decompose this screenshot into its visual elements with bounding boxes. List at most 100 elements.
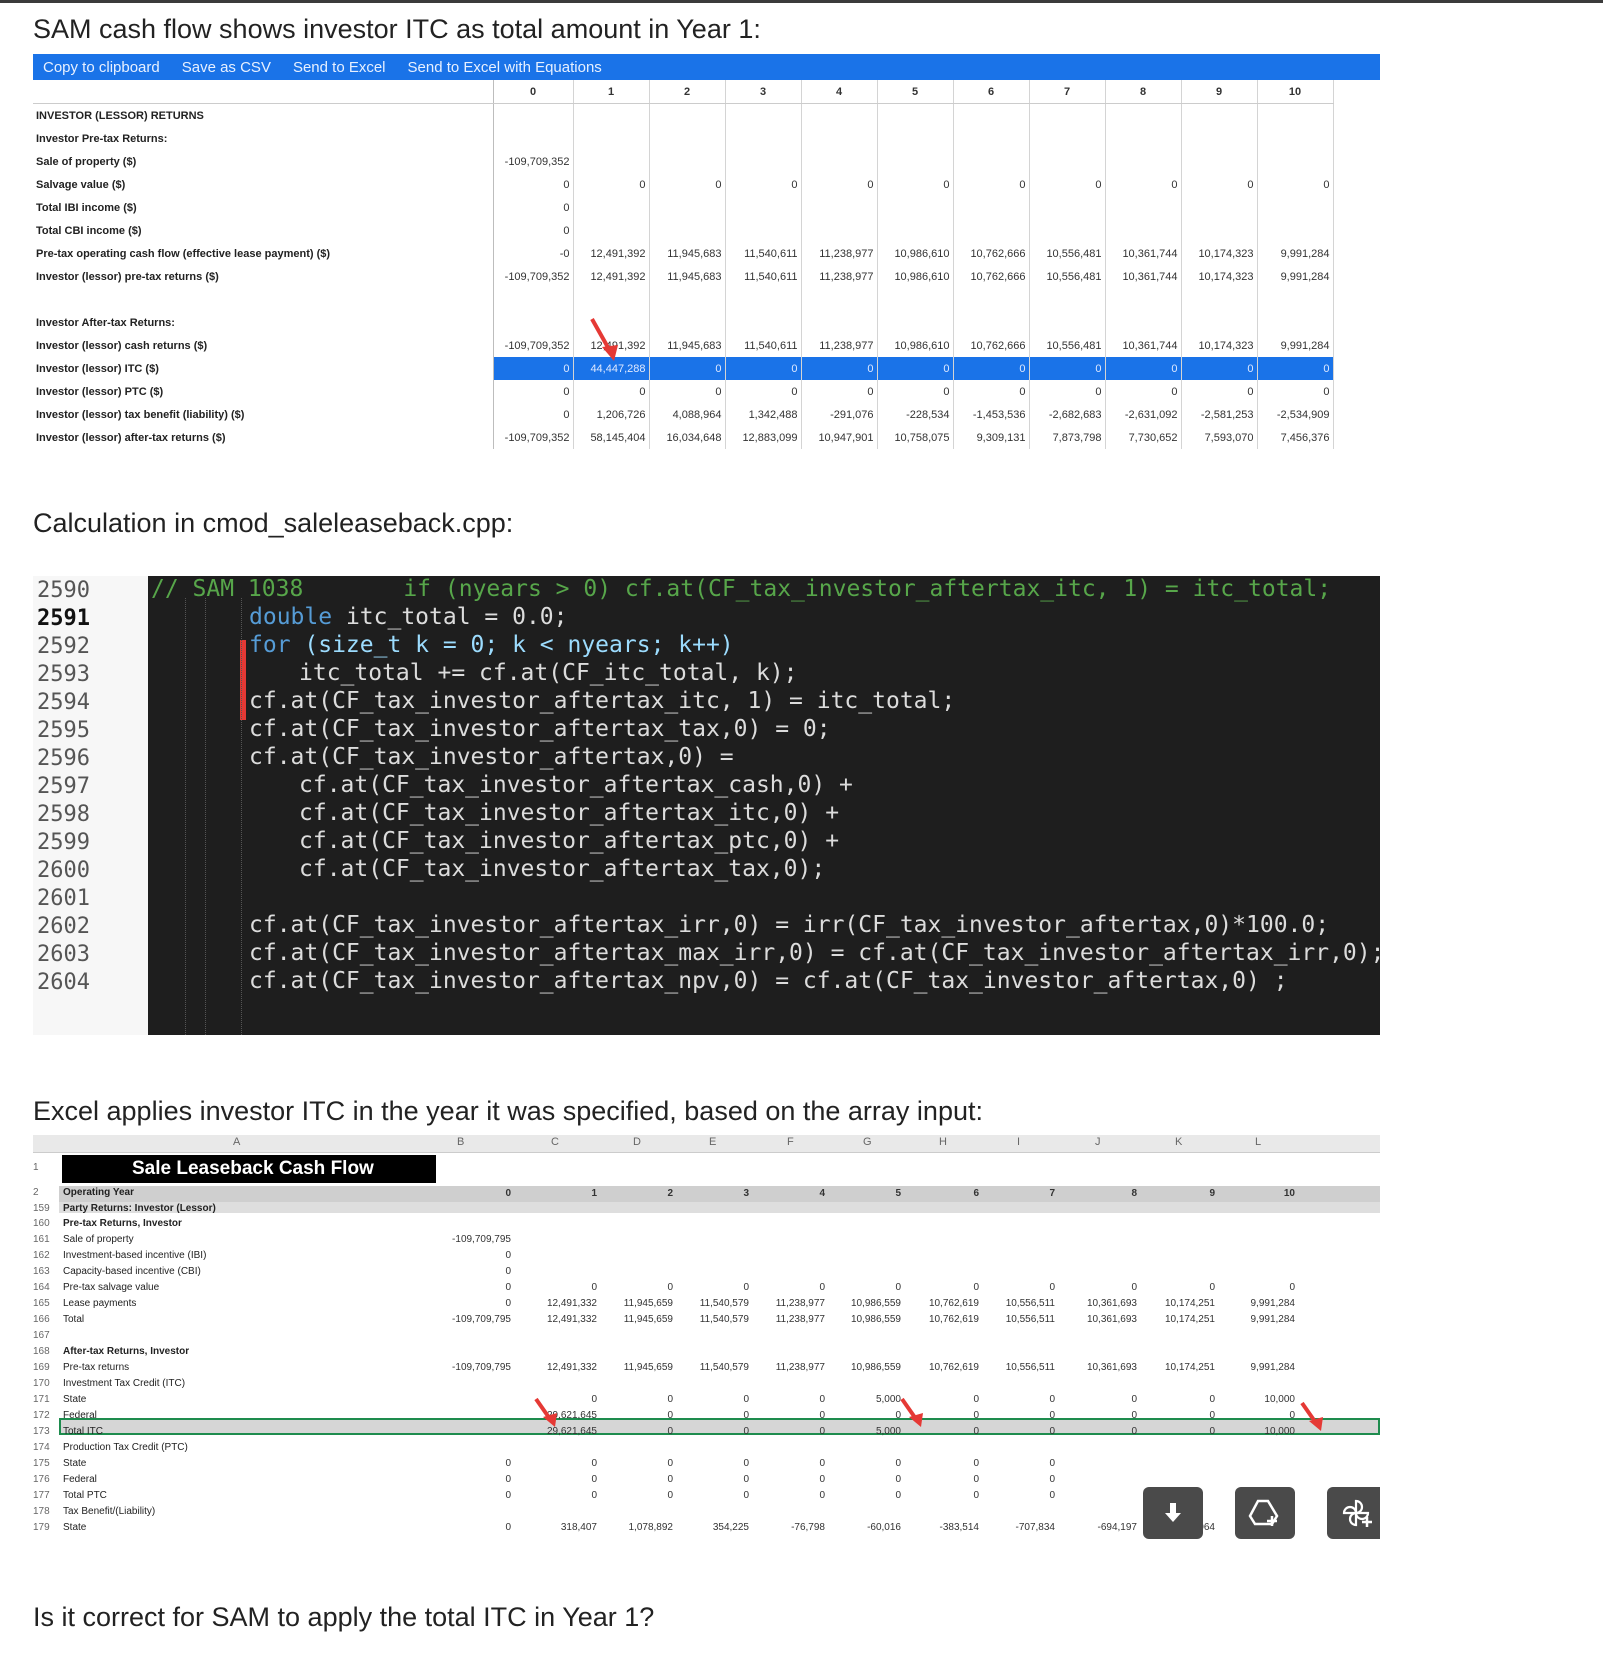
table-cell[interactable]: 10,986,610 [877,334,954,357]
sheet-cell[interactable]: 0 [593,1394,673,1405]
table-cell[interactable] [725,127,802,150]
row-number[interactable]: 176 [33,1474,59,1485]
table-cell[interactable]: 11,238,977 [801,334,878,357]
table-cell[interactable]: 10,947,901 [801,426,878,449]
table-cell[interactable] [649,196,726,219]
sheet-cell[interactable]: 11,238,977 [745,1314,825,1325]
table-cell[interactable]: 10,556,481 [1029,242,1106,265]
table-cell[interactable]: -2,534,909 [1257,403,1334,426]
table-cell[interactable] [1029,150,1106,173]
table-cell[interactable] [1257,127,1334,150]
row-number[interactable]: 159 [33,1203,59,1214]
table-cell[interactable]: 10,174,323 [1181,265,1258,288]
code-line-2595[interactable]: cf.at(CF_tax_investor_aftertax_tax,0) = … [249,716,831,742]
sheet-cell[interactable]: 10,986,559 [821,1298,901,1309]
sheet-cell[interactable]: 10,361,693 [1057,1298,1137,1309]
year-cell[interactable]: 4 [765,1188,825,1199]
table-cell[interactable] [725,150,802,173]
sheet-cell[interactable]: 10,762,619 [899,1314,979,1325]
year-cell[interactable]: 5 [841,1188,901,1199]
sheet-cell[interactable]: 0 [593,1490,673,1501]
code-line-2596[interactable]: cf.at(CF_tax_investor_aftertax,0) = [249,744,734,770]
table-cell[interactable] [493,311,574,334]
sheet-cell[interactable]: 12,491,332 [517,1362,597,1373]
sheet-cell[interactable]: 0 [431,1282,511,1293]
table-cell[interactable]: 0 [877,357,954,380]
sheet-cell[interactable]: 11,238,977 [745,1362,825,1373]
sheet-cell[interactable]: 0 [745,1490,825,1501]
table-cell[interactable] [1257,288,1334,311]
year-cell[interactable]: 7 [995,1188,1055,1199]
table-cell[interactable]: 11,945,683 [649,334,726,357]
table-cell[interactable] [1105,127,1182,150]
sheet-cell[interactable]: 0 [975,1426,1055,1437]
table-row[interactable]: Investor Pre-tax Returns: [33,127,1334,150]
table-cell[interactable]: -109,709,352 [493,426,574,449]
table-cell[interactable]: 0 [801,357,878,380]
sheet-cell[interactable]: 0 [517,1490,597,1501]
table-cell[interactable]: 9,991,284 [1257,265,1334,288]
row-number[interactable]: 171 [33,1394,59,1405]
table-cell[interactable]: 0 [801,173,878,196]
sheet-cell[interactable]: -109,709,795 [431,1362,511,1373]
sheet-cell[interactable]: 0 [431,1490,511,1501]
sheet-cell[interactable]: 0 [1057,1282,1137,1293]
sheet-cell[interactable]: 10,174,251 [1135,1362,1215,1373]
table-cell[interactable] [877,311,954,334]
table-cell[interactable]: 16,034,648 [649,426,726,449]
sheet-cell[interactable]: 10,361,693 [1057,1314,1137,1325]
table-cell[interactable]: 10,174,323 [1181,334,1258,357]
table-cell[interactable]: 7,593,070 [1181,426,1258,449]
table-cell[interactable]: 11,238,977 [801,265,878,288]
table-cell[interactable] [1105,219,1182,242]
sheet-cell[interactable]: 0 [593,1458,673,1469]
sheet-cell[interactable]: -694,197 [1057,1522,1137,1533]
table-row[interactable]: Investor After-tax Returns: [33,311,1334,334]
column-letter[interactable]: C [551,1136,559,1148]
code-line-2594[interactable]: cf.at(CF_tax_investor_aftertax_itc, 1) =… [249,688,955,714]
table-cell[interactable]: 10,556,481 [1029,334,1106,357]
table-cell[interactable] [953,103,1030,127]
table-cell[interactable] [801,311,878,334]
table-cell[interactable]: 0 [1257,380,1334,403]
table-cell[interactable]: 0 [493,219,574,242]
copy-to-clipboard-button[interactable]: Copy to clipboard [43,59,160,76]
table-cell[interactable] [801,103,878,127]
sheet-cell[interactable]: 0 [669,1426,749,1437]
table-cell[interactable] [573,219,650,242]
sheet-cell[interactable]: 9,991,284 [1215,1298,1296,1309]
table-row[interactable]: Investor (lessor) tax benefit (liability… [33,403,1334,426]
table-cell[interactable]: 7,730,652 [1105,426,1182,449]
table-cell[interactable]: -228,534 [877,403,954,426]
sheet-cell[interactable]: 0 [669,1394,749,1405]
table-cell[interactable]: -2,631,092 [1105,403,1182,426]
sheet-cell[interactable]: 10,174,251 [1135,1298,1215,1309]
column-letter[interactable]: A [233,1136,240,1148]
sheet-cell[interactable]: 11,945,659 [593,1362,673,1373]
table-cell[interactable] [877,150,954,173]
sheet-cell[interactable]: 10,556,511 [975,1362,1055,1373]
table-cell[interactable] [573,150,650,173]
save-as-csv-button[interactable]: Save as CSV [182,59,271,76]
table-cell[interactable]: 10,174,323 [1181,242,1258,265]
row-number[interactable]: 1 [33,1162,59,1173]
drive-add-icon[interactable] [1235,1487,1295,1539]
table-cell[interactable]: 0 [493,196,574,219]
row-number[interactable]: 165 [33,1298,59,1309]
sheet-cell[interactable]: -383,514 [899,1522,979,1533]
sheet-cell[interactable]: 0 [669,1458,749,1469]
sheet-cell[interactable]: 5,000 [821,1426,901,1437]
sheet-cell[interactable]: 11,945,659 [593,1314,673,1325]
table-cell[interactable] [725,103,802,127]
table-cell[interactable] [1029,288,1106,311]
table-cell[interactable] [725,311,802,334]
table-cell[interactable] [953,196,1030,219]
row-number[interactable]: 177 [33,1490,59,1501]
sheet-cell[interactable]: -76,798 [745,1522,825,1533]
code-line-2590[interactable]: // SAM 1038 if (nyears > 0) cf.at(CF_tax_… [151,576,1331,602]
row-number[interactable]: 166 [33,1314,59,1325]
table-cell[interactable]: 9,309,131 [953,426,1030,449]
table-cell[interactable]: 10,361,744 [1105,334,1182,357]
sheet-cell[interactable]: 0 [745,1458,825,1469]
table-cell[interactable]: 0 [1257,173,1334,196]
